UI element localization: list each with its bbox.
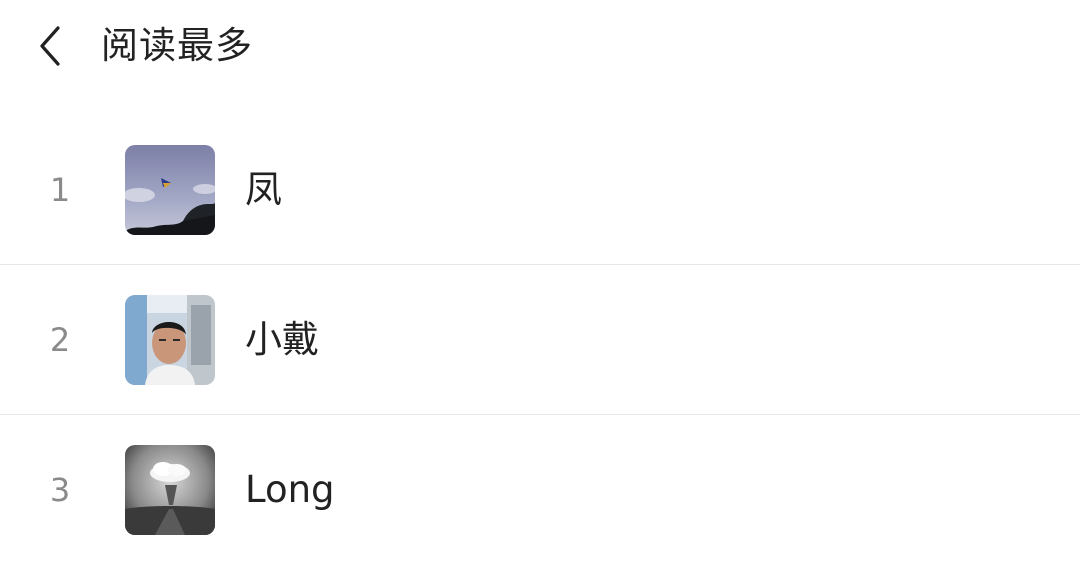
ranking-row-2[interactable]: 2 小戴 — [0, 265, 1080, 415]
page-title: 阅读最多 — [101, 24, 253, 67]
kite-sky-avatar — [125, 145, 215, 235]
user-name: Long — [245, 468, 335, 511]
rank-number: 1 — [49, 171, 71, 209]
back-button[interactable] — [30, 22, 70, 70]
user-name: 凤 — [245, 168, 282, 211]
bw-cloud-figure-avatar — [125, 445, 215, 535]
chevron-left-icon — [40, 26, 60, 66]
ranking-list: 1 凤 2 小戴 3 Long — [0, 115, 1080, 565]
ranking-row-3[interactable]: 3 Long — [0, 415, 1080, 565]
ranking-row-1[interactable]: 1 凤 — [0, 115, 1080, 265]
top-bar: 阅读最多 — [0, 0, 1080, 92]
man-portrait-avatar — [125, 295, 215, 385]
rank-number: 3 — [49, 471, 71, 509]
user-name: 小戴 — [245, 318, 319, 361]
rank-number: 2 — [49, 321, 71, 359]
